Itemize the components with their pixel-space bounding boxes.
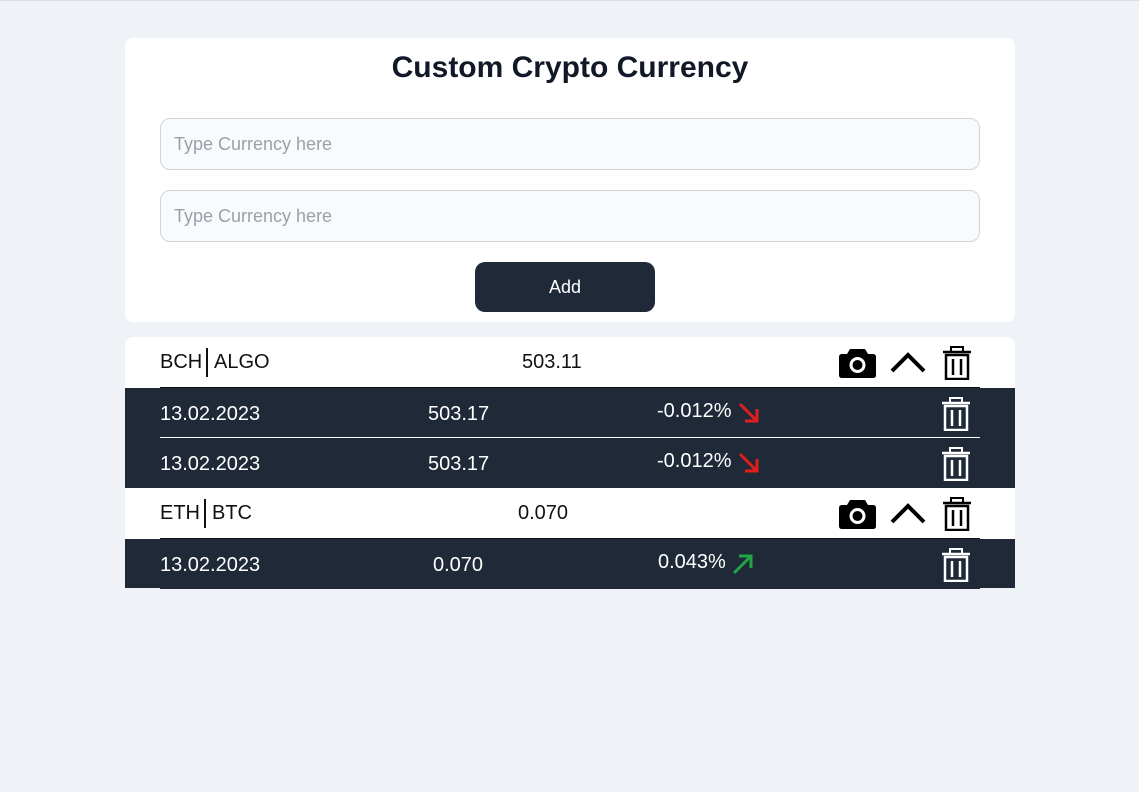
pair-row: BCH ALGO 503.11	[125, 337, 1015, 388]
currency-pair-list: BCH ALGO 503.11 13.02.2023 503.17 -0.012…	[125, 337, 1015, 589]
currency-input-2[interactable]	[160, 190, 980, 242]
pair-separator	[204, 499, 206, 528]
row-corner-left	[125, 588, 160, 589]
pair-base: BCH	[160, 351, 203, 373]
history-date: 13.02.2023	[160, 453, 261, 475]
row-corner-right	[980, 588, 1015, 589]
pair-row: ETH BTC 0.070	[125, 488, 1015, 539]
camera-icon[interactable]	[839, 498, 876, 529]
add-button[interactable]: Add	[475, 262, 655, 312]
pair-base: ETH	[160, 502, 200, 524]
pair-quote: ALGO	[214, 351, 270, 373]
trash-icon[interactable]	[942, 497, 972, 531]
history-value: 0.070	[433, 554, 484, 576]
pair-price: 503.11	[522, 351, 582, 373]
arrow-down-right-icon	[738, 402, 759, 423]
history-change: -0.012%	[657, 400, 732, 422]
trash-icon[interactable]	[942, 346, 972, 380]
chevron-up-icon[interactable]	[890, 502, 926, 524]
trash-icon[interactable]	[941, 447, 971, 481]
history-date: 13.02.2023	[160, 554, 261, 576]
pair-price: 0.070	[518, 502, 569, 524]
history-row: 13.02.2023 503.17 -0.012%	[125, 388, 1015, 438]
history-value: 503.17	[428, 403, 490, 425]
page-title: Custom Crypto Currency	[391, 51, 749, 84]
top-border	[0, 0, 1139, 3]
history-change: -0.012%	[657, 450, 732, 472]
trash-icon[interactable]	[941, 548, 971, 582]
history-change: 0.043%	[658, 551, 726, 573]
history-value: 503.17	[428, 453, 490, 475]
add-currency-form: Custom Crypto Currency Add	[125, 38, 1015, 322]
row-divider	[160, 437, 980, 438]
pair-quote: BTC	[212, 502, 252, 524]
chevron-up-icon[interactable]	[890, 351, 926, 373]
history-date: 13.02.2023	[160, 403, 261, 425]
camera-icon[interactable]	[839, 347, 876, 378]
arrow-down-right-icon	[738, 452, 759, 473]
trash-icon[interactable]	[941, 397, 971, 431]
currency-input-1[interactable]	[160, 118, 980, 170]
arrow-up-right-icon	[732, 554, 753, 575]
history-row: 13.02.2023 503.17 -0.012%	[125, 437, 1015, 488]
history-row: 13.02.2023 0.070 0.043%	[125, 539, 1015, 589]
pair-separator	[206, 348, 208, 377]
